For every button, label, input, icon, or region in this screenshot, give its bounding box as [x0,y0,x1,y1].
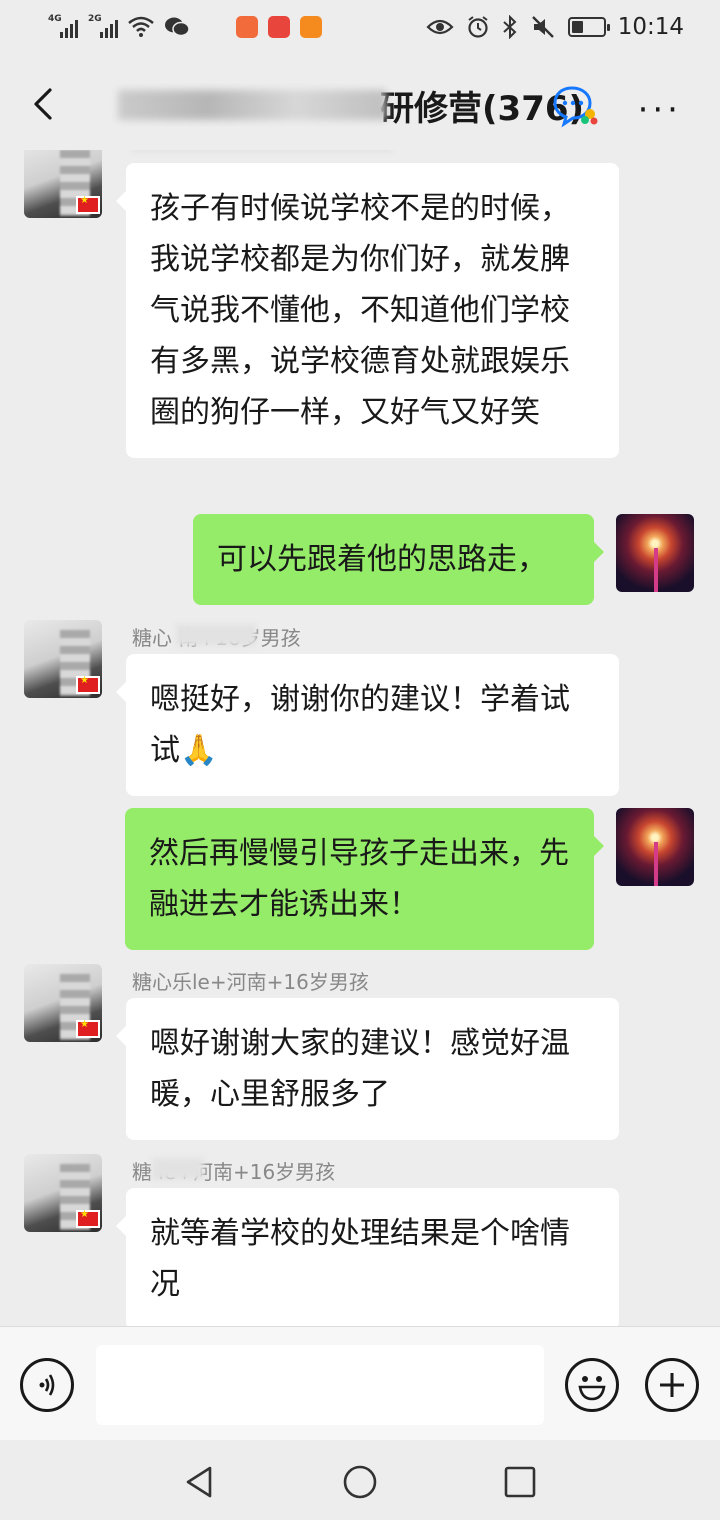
status-left: 4G 2G [48,14,322,40]
wifi-icon [128,16,154,37]
my-avatar[interactable] [616,514,694,592]
message-bubble[interactable]: 然后再慢慢引导孩子走出来，先融进去才能诱出来！ [125,808,604,950]
mute-icon [531,16,554,38]
signal-4g-icon: 4G [48,14,78,40]
sender-nickname: 糖心乐le+河南+16岁男孩 [132,970,369,994]
redacted-title-part [118,90,386,120]
listen-app-icon [236,16,258,38]
chat-header: 研修营(376) ··· [0,60,720,150]
message-input[interactable] [96,1345,544,1425]
message-bubble[interactable]: 可以先跟着他的思路走， [193,514,604,605]
bluetooth-icon [503,15,517,39]
news-app-icon [268,16,290,38]
emoji-icon[interactable] [565,1358,619,1412]
recents-square-icon[interactable] [500,1462,540,1502]
china-flag-icon [76,195,100,214]
redacted-nickname [132,150,392,152]
china-flag-icon [76,675,100,694]
home-circle-icon[interactable] [340,1462,380,1502]
message-bubble[interactable]: 嗯好谢谢大家的建议！感觉好温暖，心里舒服多了 [116,998,619,1140]
redacted-nickname [152,1158,204,1180]
more-icon[interactable]: ··· [638,90,682,130]
signal-2g-icon: 2G [88,14,118,40]
voice-icon[interactable] [20,1358,74,1412]
status-right: 10:14 [426,14,684,40]
china-flag-icon [76,1019,100,1038]
message-list[interactable]: 孩子有时候说学校不是的时候，我说学校都是为你们好，就发脾气说我不懂他，不知道他们… [0,150,720,1326]
sender-avatar[interactable] [24,150,102,218]
plus-icon[interactable] [645,1358,699,1412]
alarm-icon [468,16,488,38]
china-flag-icon [76,1209,100,1228]
battery-icon [567,17,610,37]
eye-icon [426,19,454,35]
input-bar [0,1326,720,1440]
status-bar: 4G 2G 10:14 [0,0,720,60]
back-triangle-icon[interactable] [180,1462,220,1502]
uc-browser-icon [300,16,322,38]
message-bubble[interactable]: 就等着学校的处理结果是个啥情况 [116,1188,619,1326]
back-arrow-icon[interactable] [26,84,66,124]
message-bubble[interactable]: 嗯挺好，谢谢你的建议！学着试试🙏 [116,654,619,796]
wechat-notification-icon [165,17,190,37]
chat-title-area: 研修营(376) [118,80,584,130]
message-bubble[interactable]: 孩子有时候说学校不是的时候，我说学校都是为你们好，就发脾气说我不懂他，不知道他们… [116,163,619,458]
status-time: 10:14 [617,14,684,40]
sender-avatar[interactable] [24,1154,102,1232]
sender-avatar[interactable] [24,620,102,698]
my-avatar[interactable] [616,808,694,886]
sender-avatar[interactable] [24,964,102,1042]
redacted-nickname [176,624,256,646]
group-chat-icon[interactable] [552,84,598,128]
system-nav-bar [0,1440,720,1520]
